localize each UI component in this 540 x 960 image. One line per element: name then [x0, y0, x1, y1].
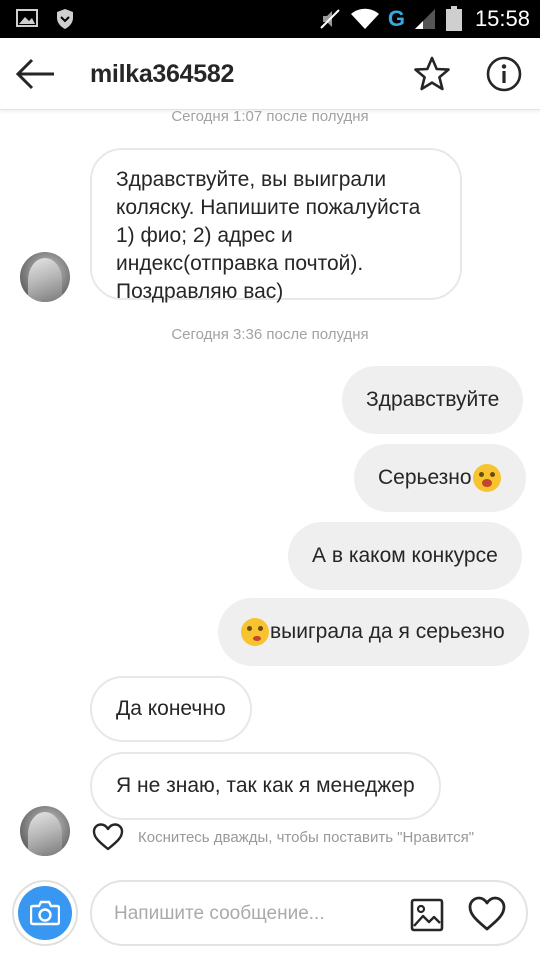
message-text: выиграла да я серьезно — [270, 620, 505, 643]
avatar[interactable] — [20, 806, 70, 856]
message-text: Да конечно — [116, 697, 226, 720]
chat-username[interactable]: milka364582 — [90, 60, 234, 89]
message-composer — [0, 868, 540, 960]
double-tap-like-hint[interactable]: Коснитесь дважды, чтобы поставить "Нрави… — [92, 822, 474, 852]
message-timestamp: Сегодня 3:36 после полудня — [171, 326, 369, 343]
incoming-message-bubble[interactable]: Здравствуйте, вы выиграли коляску. Напиш… — [90, 148, 462, 303]
message-timestamp: Сегодня 1:07 после полудня — [171, 108, 369, 125]
message-text: Здравствуйте — [366, 388, 500, 411]
signal-icon — [414, 9, 435, 29]
flushed-face-emoji-icon — [472, 464, 501, 492]
message-input[interactable] — [114, 900, 404, 928]
heart-outline-icon[interactable] — [92, 822, 124, 852]
message-text: А в каком конкурсе — [312, 544, 498, 567]
incoming-message-bubble[interactable]: Да конечно — [90, 676, 252, 742]
network-type-label: G — [387, 6, 405, 31]
wifi-icon — [350, 8, 379, 29]
star-icon[interactable] — [412, 54, 452, 94]
thinking-face-emoji-icon — [241, 618, 269, 646]
message-input-container — [90, 880, 528, 946]
chat-header: milka364582 — [0, 38, 540, 110]
outgoing-message-bubble[interactable]: выиграла да я серьезно — [218, 598, 529, 666]
gallery-notification-icon — [16, 9, 38, 27]
mute-icon — [320, 9, 340, 29]
message-text: Серьезно — [378, 466, 472, 489]
like-hint-text: Коснитесь дважды, чтобы поставить "Нрави… — [138, 828, 475, 846]
camera-icon — [30, 900, 60, 926]
avatar[interactable] — [20, 252, 70, 302]
shield-notification-icon — [57, 9, 73, 29]
camera-button[interactable] — [12, 880, 78, 946]
battery-icon — [445, 6, 462, 31]
incoming-message-bubble[interactable]: Я не знаю, так как я менеджер — [90, 752, 441, 820]
heart-icon[interactable] — [468, 896, 506, 932]
outgoing-message-bubble[interactable]: А в каком конкурсе — [288, 522, 522, 590]
back-arrow-icon[interactable] — [14, 56, 58, 92]
status-bar: G 15:58 — [0, 0, 540, 38]
info-icon[interactable] — [484, 54, 524, 94]
gallery-icon[interactable] — [410, 898, 444, 932]
outgoing-message-bubble[interactable]: Серьезно — [354, 444, 526, 512]
outgoing-message-bubble[interactable]: Здравствуйте — [342, 366, 524, 434]
message-text: Я не знаю, так как я менеджер — [116, 774, 415, 797]
status-clock: 15:58 — [474, 6, 530, 31]
message-text: Здравствуйте, вы выиграли коляску. Напиш… — [116, 168, 421, 303]
